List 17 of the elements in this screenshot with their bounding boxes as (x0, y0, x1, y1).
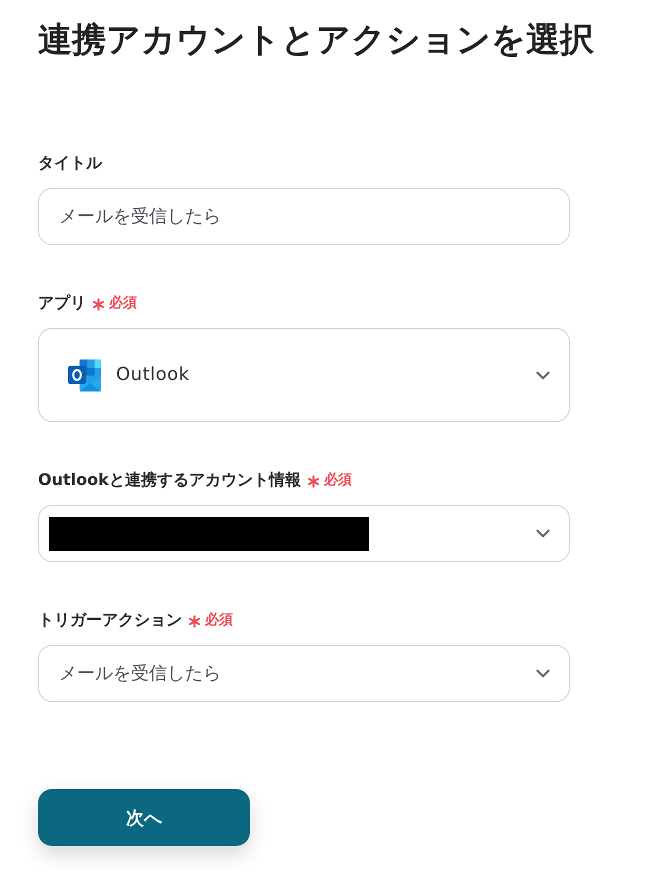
app-select[interactable]: Outlook (38, 328, 570, 422)
required-label: 必須 (205, 611, 233, 630)
chevron-down-icon (536, 669, 550, 678)
field-label: トリガーアクション (38, 609, 182, 631)
next-button[interactable]: 次へ (38, 789, 250, 846)
page-title: 連携アカウントとアクションを選択 (38, 19, 594, 62)
mail-app-icon (68, 358, 101, 392)
select-field[interactable] (38, 505, 570, 562)
chevron-down-icon (536, 370, 550, 380)
required-label: 必須 (109, 294, 137, 313)
select-field[interactable]: メールを受信したら (38, 645, 570, 702)
title-input-field[interactable]: メールを受信したら (38, 188, 570, 245)
field-label: Outlookと連携するアカウント情報 (38, 469, 301, 491)
field-label: タイトル (38, 152, 102, 174)
required-label: 必須 (324, 471, 352, 490)
chevron-down-icon (536, 529, 550, 538)
field-label: アプリ (38, 292, 86, 314)
